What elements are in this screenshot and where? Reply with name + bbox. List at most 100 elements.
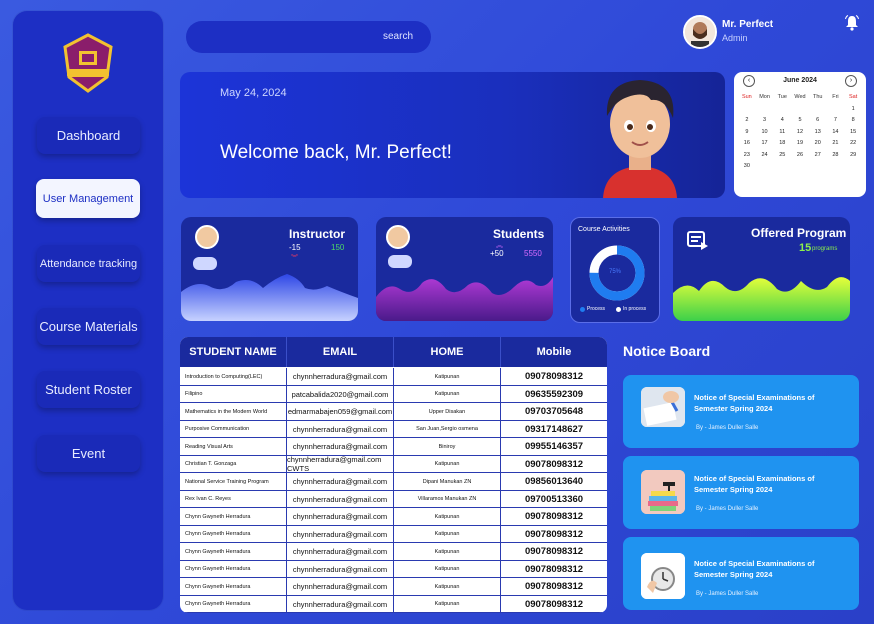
program-unit: programs — [812, 246, 838, 252]
notice-title: Notice of Special Examinations of Semest… — [694, 474, 815, 494]
avatar[interactable] — [683, 15, 717, 49]
instructor-card[interactable]: Instructor -15 ︾ 150 — [181, 217, 358, 321]
bell-icon[interactable] — [845, 15, 859, 31]
calendar-day[interactable]: 26 — [791, 152, 809, 158]
calendar-day[interactable]: 10 — [756, 129, 774, 135]
cell-mobile: 09955146357 — [524, 441, 584, 452]
notice-title: Notice of Special Examinations of Semest… — [694, 393, 815, 413]
calendar-day[interactable]: 22 — [844, 140, 862, 146]
col-email[interactable]: EMAIL — [287, 337, 394, 367]
cell-email: chynnherradura@gmail.com — [287, 578, 394, 595]
calendar-day[interactable]: 7 — [827, 117, 845, 123]
table-row[interactable]: Christian T. Gonzaga chynnherradura@gmail… — [180, 455, 607, 473]
calendar-day[interactable]: 6 — [809, 117, 827, 123]
calendar-day[interactable]: 12 — [791, 129, 809, 135]
cell-email: chynnherradura@gmail.com — [287, 508, 394, 525]
cell-home: Biniroy — [394, 438, 501, 455]
calendar-day[interactable]: 16 — [738, 140, 756, 146]
calendar-day[interactable]: 28 — [827, 152, 845, 158]
calendar-day[interactable]: 20 — [809, 140, 827, 146]
students-area-chart — [376, 277, 553, 321]
col-student-name[interactable]: STUDENT NAME — [180, 337, 287, 367]
cell-mobile: 09078098312 — [524, 458, 584, 470]
calendar-day[interactable]: 23 — [738, 152, 756, 158]
calendar-day[interactable]: 17 — [756, 140, 774, 146]
calendar-day[interactable]: 25 — [773, 152, 791, 158]
cell-student-name: Introduction to Computing(LEC) — [180, 368, 287, 385]
course-activities-title: Course Activities — [578, 226, 630, 233]
table-row[interactable]: Mathematics in the Modern World edmarmaba… — [180, 403, 607, 421]
calendar-day[interactable]: 21 — [827, 140, 845, 146]
notice-author: By - James Duller Salle — [696, 506, 759, 512]
notice-author: By - James Duller Salle — [696, 591, 759, 597]
calendar-day[interactable]: 9 — [738, 129, 756, 135]
table-row[interactable]: Purposive Communication chynnherradura@gm… — [180, 420, 607, 438]
table-row[interactable]: Chynn Gwyneth Herradura chynnherradura@gm… — [180, 508, 607, 526]
cell-home: Katipunan — [394, 595, 501, 613]
calendar-day[interactable]: 27 — [809, 152, 827, 158]
cell-student-name: Chynn Gwyneth Herradura — [180, 595, 287, 613]
table-row[interactable]: National Service Training Program chynnhe… — [180, 473, 607, 491]
cell-student-name: Chynn Gwyneth Herradura — [180, 543, 287, 560]
table-row[interactable]: Chynn Gwyneth Herradura chynnherradura@gm… — [180, 595, 607, 613]
cell-mobile: 09635592309 — [524, 388, 584, 400]
calendar-day[interactable]: 11 — [773, 129, 791, 135]
notice-card[interactable]: Notice of Special Examinations of Semest… — [623, 375, 859, 448]
notice-card[interactable]: Notice of Special Examinations of Semest… — [623, 537, 859, 610]
cell-student-name: Chynn Gwyneth Herradura — [180, 560, 287, 578]
calendar-day[interactable]: 13 — [809, 129, 827, 135]
table-row[interactable]: Filipino patcabalida2020@gmail.com Katipun… — [180, 385, 607, 403]
course-activities-card[interactable]: Course Activities 75% Process In process — [570, 217, 660, 323]
notice-card[interactable]: Notice of Special Examinations of Semest… — [623, 456, 859, 529]
nav-dashboard[interactable]: Dashboard — [37, 117, 140, 154]
cell-home: Upper Disakan — [394, 403, 501, 420]
calendar-weekday: Mon — [759, 94, 770, 100]
calendar-day[interactable]: 1 — [844, 106, 862, 112]
table-row[interactable]: Introduction to Computing(LEC) chynnherra… — [180, 368, 607, 386]
cell-student-name: Filipino — [180, 385, 287, 403]
calendar-next-icon[interactable]: › — [845, 75, 857, 87]
table-row[interactable]: Chynn Gwyneth Herradura chynnherradura@gm… — [180, 560, 607, 578]
calendar-day[interactable]: 18 — [773, 140, 791, 146]
calendar-day[interactable]: 4 — [773, 117, 791, 123]
search-bar[interactable]: search — [186, 21, 431, 53]
nav-course-materials[interactable]: Course Materials — [37, 308, 140, 345]
user-role: Admin — [722, 33, 748, 43]
calendar-day[interactable]: 2 — [738, 117, 756, 123]
col-home[interactable]: HOME — [394, 337, 501, 367]
cell-mobile: 09317148627 — [524, 423, 584, 435]
calendar-day — [738, 106, 756, 112]
calendar-day[interactable]: 30 — [738, 163, 756, 169]
calendar-day[interactable]: 5 — [791, 117, 809, 123]
calendar-day[interactable]: 14 — [827, 129, 845, 135]
calendar-day[interactable]: 24 — [756, 152, 774, 158]
student-avatar — [386, 225, 410, 249]
table-row[interactable]: Chynn Gwyneth Herradura chynnherradura@gm… — [180, 578, 607, 596]
offered-program-card[interactable]: Offered Program 15 programs — [673, 217, 850, 321]
calendar-weekday: Thu — [812, 94, 823, 100]
calendar-day[interactable]: 3 — [756, 117, 774, 123]
calendar-weekday: Wed — [794, 94, 806, 100]
cell-student-name: Purposive Communication — [180, 420, 287, 438]
nav-student-roster[interactable]: Student Roster — [37, 371, 140, 408]
calendar-day[interactable]: 29 — [844, 152, 862, 158]
cell-email: chynnherradura@gmail.com — [287, 490, 394, 508]
table-row[interactable]: Rex Ivan C. Reyes chynnherradura@gmail.co… — [180, 490, 607, 508]
cell-mobile: 09856013640 — [524, 476, 584, 487]
instructor-title: Instructor — [289, 227, 346, 241]
table-row[interactable]: Reading Visual Arts chynnherradura@gmail.… — [180, 438, 607, 456]
instructor-count: 150 — [331, 243, 345, 252]
calendar-day — [756, 106, 774, 112]
calendar-day[interactable]: 8 — [844, 117, 862, 123]
calendar-day[interactable]: 19 — [791, 140, 809, 146]
col-mobile[interactable]: Mobile — [501, 337, 607, 367]
nav-attendance-tracking[interactable]: Attendance tracking — [37, 245, 140, 282]
nav-user-management[interactable]: User Management — [36, 179, 140, 218]
sidebar: Dashboard User Management Attendance tra… — [13, 11, 163, 610]
calendar-day[interactable]: 15 — [844, 129, 862, 135]
table-row[interactable]: Chynn Gwyneth Herradura chynnherradura@gm… — [180, 525, 607, 543]
table-row[interactable]: Chynn Gwyneth Herradura chynnherradura@gm… — [180, 543, 607, 561]
nav-event[interactable]: Event — [37, 435, 140, 472]
program-count: 15 — [799, 242, 812, 254]
students-card[interactable]: Students ︽ +50 5550 — [376, 217, 553, 321]
